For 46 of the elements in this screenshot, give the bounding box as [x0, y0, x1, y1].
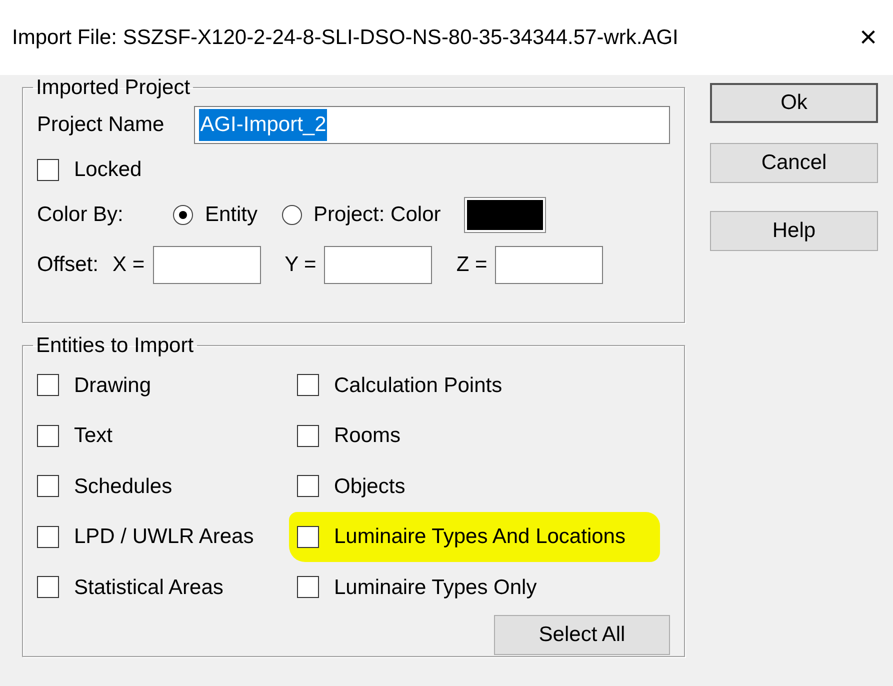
text-field[interactable]	[495, 246, 604, 284]
checkbox[interactable]	[37, 576, 59, 598]
checkbox-label: LPD / UWLR Areas	[74, 524, 254, 550]
text-field[interactable]	[324, 246, 432, 284]
radio-label: Project: Color	[314, 202, 441, 228]
checkbox-label: Objects	[334, 474, 406, 500]
window-title: Import File: SSZSF-X120-2-24-8-SLI-DSO-NS-80-35-34344.57-wrk.AGI	[12, 24, 678, 51]
checkbox-label: Rooms	[334, 423, 401, 449]
text-field[interactable]: AGI-Import_2	[194, 106, 670, 144]
color-swatch[interactable]	[464, 198, 545, 232]
dialog-button[interactable]: Ok	[710, 83, 878, 123]
checkbox[interactable]	[297, 576, 319, 598]
group-title: Imported Project	[35, 77, 192, 98]
checkbox[interactable]	[37, 475, 59, 498]
field-label: Z =	[456, 252, 488, 278]
checkbox[interactable]	[37, 374, 59, 396]
select-all-button[interactable]: Select All	[494, 614, 670, 654]
checkbox[interactable]	[297, 475, 319, 498]
checkbox-label: Text	[74, 423, 113, 449]
checkbox[interactable]	[297, 424, 319, 447]
checkbox-label: Schedules	[74, 474, 172, 500]
checkbox-label: Drawing	[74, 372, 152, 398]
checkbox-label: Calculation Points	[334, 372, 502, 398]
checkbox[interactable]	[297, 374, 319, 396]
field-value: AGI-Import_2	[199, 109, 328, 141]
field-label: Project Name	[37, 112, 164, 138]
dialog-button[interactable]: Help	[710, 211, 878, 251]
checkbox[interactable]	[37, 526, 59, 548]
field-label: Y =	[284, 252, 316, 278]
checkbox-label: Luminaire Types Only	[334, 574, 537, 600]
checkbox-label: Luminaire Types And Locations	[334, 524, 626, 550]
field-label: Offset:	[37, 252, 98, 278]
radio-button[interactable]	[173, 204, 193, 224]
radio-button[interactable]	[282, 204, 302, 224]
radio-label: Entity	[205, 202, 258, 228]
field-label: X =	[112, 252, 145, 278]
field-label: Color By:	[37, 202, 124, 228]
text-field[interactable]	[152, 246, 261, 284]
checkbox-label: Statistical Areas	[74, 574, 224, 600]
close-button[interactable]: ×	[855, 22, 881, 52]
dialog-button[interactable]: Cancel	[710, 143, 878, 183]
checkbox-label: Locked	[74, 157, 142, 183]
checkbox[interactable]	[37, 424, 59, 447]
checkbox[interactable]	[297, 526, 319, 548]
checkbox[interactable]	[37, 158, 59, 181]
group-title: Entities to Import	[35, 335, 195, 356]
